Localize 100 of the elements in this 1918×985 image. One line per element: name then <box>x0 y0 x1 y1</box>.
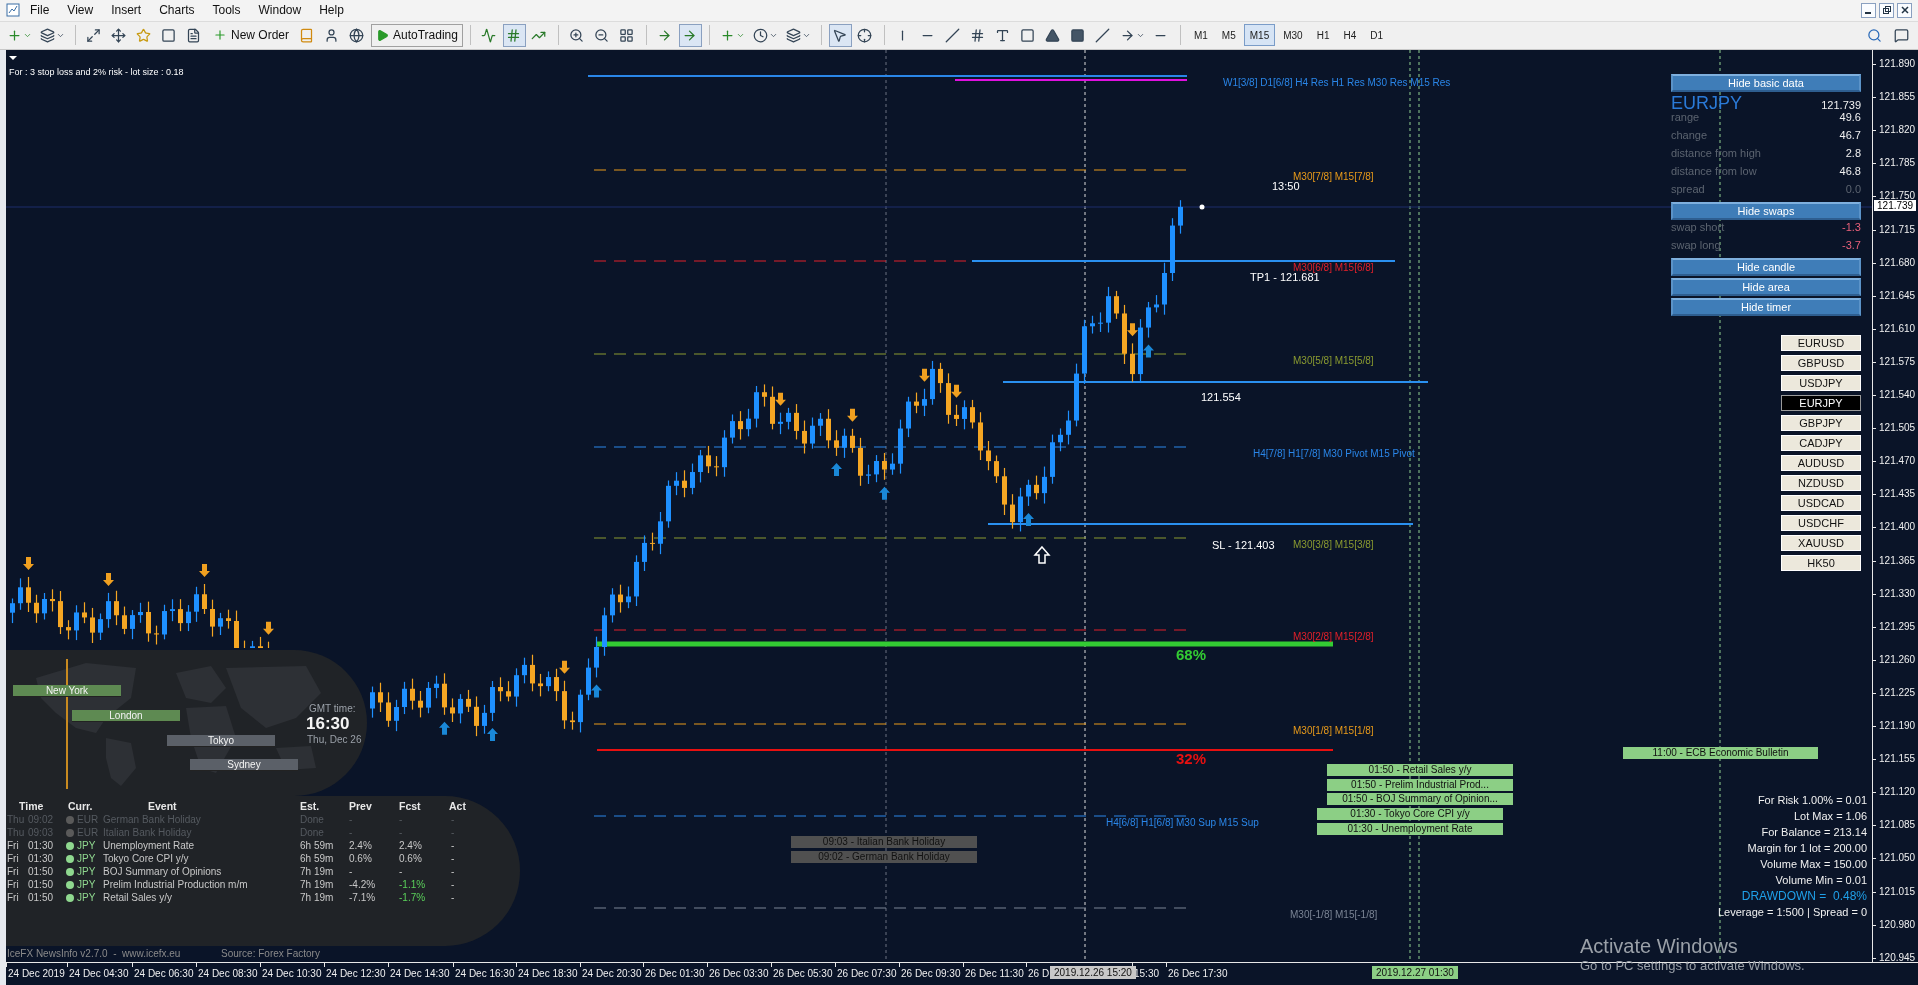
timeframe-button[interactable]: H1 <box>1310 24 1336 47</box>
table-cell-text: 2.4% <box>349 840 373 851</box>
toggle-button[interactable]: Hide candle <box>1671 258 1861 276</box>
hide-swaps-button[interactable]: Hide swaps <box>1671 202 1861 220</box>
session-bar: Sydney <box>190 759 298 771</box>
table-cell-text: 7h 19m <box>300 892 335 903</box>
time-label: 26 Dec 05:30 <box>773 968 833 979</box>
symbol-button[interactable]: EURJPY <box>1781 395 1861 411</box>
stat-label: change <box>1671 129 1708 141</box>
time-label: 24 Dec 08:30 <box>198 968 258 979</box>
price-label: 121.365 <box>1879 554 1916 566</box>
menu-item[interactable]: Insert <box>103 1 150 20</box>
table-cell-text: - <box>399 814 404 825</box>
price-label: 121.750 <box>1879 190 1916 202</box>
table-cell-text: Fri <box>6 840 20 851</box>
stat-value: 49.6 <box>1839 111 1861 123</box>
price-label: 121.680 <box>1879 256 1916 268</box>
table-cell-text: - <box>399 866 404 877</box>
timeframe-button[interactable]: M15 <box>1243 24 1276 47</box>
price-label: 121.295 <box>1879 620 1916 632</box>
level-label: M30[3/8] M15[3/8] <box>1293 539 1374 550</box>
symbol-button[interactable]: USDJPY <box>1781 375 1861 391</box>
symbol-button[interactable]: XAUUSD <box>1781 535 1861 551</box>
table-cell-text: JPY <box>77 853 97 864</box>
menu-item[interactable]: File <box>22 1 58 20</box>
price-label: 121.610 <box>1879 322 1916 334</box>
time-label: 24 Dec 12:30 <box>326 968 386 979</box>
symbol-button[interactable]: HK50 <box>1781 555 1861 571</box>
symbol-button[interactable]: EURUSD <box>1781 335 1861 351</box>
table-cell-text: - <box>450 840 456 851</box>
level-label: M30[-1/8] M15[-1/8] <box>1290 909 1378 920</box>
risk-info-text: Volume Min = 0.01 <box>1775 873 1868 888</box>
stat-value: 0.0 <box>1845 183 1861 195</box>
menu-item[interactable]: Tools <box>204 1 249 20</box>
table-cell-text: Unemployment Rate <box>103 840 196 851</box>
symbol-button[interactable]: USDCHF <box>1781 515 1861 531</box>
gmt-date: Thu, Dec 26 <box>307 734 362 745</box>
session-bar: London <box>72 710 180 722</box>
column-header: Curr. <box>67 800 94 812</box>
level-label: H4[6/8] H1[6/8] M30 Sup M15 Sup <box>1106 817 1259 828</box>
column-header: Act <box>448 800 467 812</box>
price-label: 120.945 <box>1879 951 1916 963</box>
time-label: 26 Dec 17:30 <box>1168 968 1228 979</box>
table-cell-text: BOJ Summary of Opinions <box>103 866 223 877</box>
price-label: 121.120 <box>1879 786 1916 798</box>
toggle-button[interactable]: Hide timer <box>1671 298 1861 316</box>
column-header: Fcst <box>399 800 422 812</box>
menu-item[interactable]: Window <box>250 1 310 20</box>
menu-item[interactable]: Help <box>311 1 352 20</box>
symbol-button[interactable]: CADJPY <box>1781 435 1861 451</box>
stat-value: 46.7 <box>1839 129 1861 141</box>
table-cell-text: Prelim Industrial Production m/m <box>103 879 249 890</box>
current-price-label: 121.739 <box>1874 200 1917 211</box>
new-order-button[interactable]: New Order <box>208 23 294 47</box>
table-cell-text: 7h 19m <box>300 879 335 890</box>
level-label: M30[1/8] M15[1/8] <box>1293 725 1374 736</box>
stat-label: range <box>1671 111 1700 123</box>
price-label: 121.225 <box>1879 686 1916 698</box>
autotrading-button[interactable]: AutoTrading <box>371 23 463 47</box>
symbol-button[interactable]: AUDUSD <box>1781 455 1861 471</box>
price-label: 121.435 <box>1879 488 1916 500</box>
table-cell-text: - <box>349 814 354 825</box>
price-label: 121.645 <box>1879 289 1916 301</box>
news-event-label: 01:50 - BOJ Summary of Opinion... <box>1327 793 1513 805</box>
hide-basic-data-button[interactable]: Hide basic data <box>1671 74 1861 92</box>
column-header: Event <box>147 800 178 812</box>
time-label: 26 Dec 07:30 <box>837 968 897 979</box>
timeframe-button[interactable]: H4 <box>1337 24 1363 47</box>
symbol-price: 121.739 <box>1821 99 1861 111</box>
timeframe-button[interactable]: M1 <box>1187 24 1214 47</box>
symbol-button[interactable]: GBPUSD <box>1781 355 1861 371</box>
price-label: 121.015 <box>1879 885 1916 897</box>
price-label: 121.050 <box>1879 852 1916 864</box>
timeframe-button[interactable]: M5 <box>1215 24 1242 47</box>
table-cell-text: Retail Sales y/y <box>103 892 173 903</box>
candle-timer: 13:50 <box>1272 180 1300 192</box>
level-label: W1[3/8] D1[6/8] H4 Res H1 Res M30 Res M15 Res <box>1223 77 1451 88</box>
table-cell-text: JPY <box>77 879 97 890</box>
news-event-label: 01:50 - Prelim Industrial Prod... <box>1327 779 1513 791</box>
menu-item[interactable]: View <box>59 1 102 20</box>
swap-label: swap short <box>1671 221 1725 233</box>
price-label: 121.505 <box>1879 422 1916 434</box>
symbol-button[interactable]: GBPJPY <box>1781 415 1861 431</box>
symbol-name: EURJPY <box>1671 93 1742 114</box>
table-cell-text: German Bank Holiday <box>103 814 202 825</box>
table-cell-text: -4.2% <box>349 879 377 890</box>
news-source-text: Source: Forex Factory <box>221 948 320 959</box>
news-event-label: 01:50 - Retail Sales y/y <box>1327 764 1513 776</box>
symbol-button[interactable]: NZDUSD <box>1781 475 1861 491</box>
toggle-button[interactable]: Hide area <box>1671 278 1861 296</box>
news-event-label: 01:30 - Unemployment Rate <box>1317 823 1503 835</box>
menu-item[interactable]: Charts <box>151 1 203 20</box>
level-label: M30[2/8] M15[2/8] <box>1293 631 1374 642</box>
timeframe-button[interactable]: D1 <box>1364 24 1390 47</box>
price-label: 121.820 <box>1879 124 1916 136</box>
risk-info-text: DRAWDOWN = 0.48% <box>1741 888 1868 904</box>
risk-info-text: Margin for 1 lot = 200.00 <box>1747 841 1868 856</box>
table-cell-text: JPY <box>77 840 97 851</box>
symbol-button[interactable]: USDCAD <box>1781 495 1861 511</box>
timeframe-button[interactable]: M30 <box>1277 24 1309 47</box>
